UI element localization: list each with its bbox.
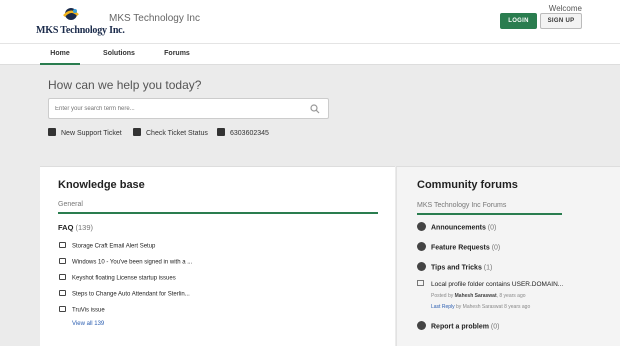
last-reply-link[interactable]: Last Reply bbox=[431, 304, 455, 310]
logo-mark-icon bbox=[63, 8, 79, 20]
kb-article[interactable]: Steps to Change Auto Attendant for Sterl… bbox=[59, 290, 190, 298]
post-icon bbox=[417, 280, 424, 287]
post-last-reply: Last Reply by Mahesh Saraswat 8 years ag… bbox=[431, 304, 530, 310]
forum-report-a-problem[interactable]: Report a problem (0) bbox=[417, 321, 500, 331]
forum-icon bbox=[417, 262, 426, 271]
kb-article[interactable]: Windows 10 - You've been signed in with … bbox=[59, 258, 193, 266]
signup-button[interactable]: SIGN UP bbox=[540, 13, 582, 29]
kb-article-title: Keyshot floating License startup issues bbox=[72, 275, 176, 282]
logo-text: MKS Technology Inc. bbox=[36, 25, 125, 36]
forum-label: Report a problem bbox=[431, 323, 489, 331]
book-icon bbox=[59, 242, 66, 248]
check-status-label: Check Ticket Status bbox=[146, 130, 208, 137]
kb-folder-count: (139) bbox=[75, 223, 94, 232]
login-button[interactable]: LOGIN bbox=[500, 13, 537, 29]
tab-home[interactable]: Home bbox=[40, 44, 80, 65]
check-status-link[interactable]: Check Ticket Status bbox=[133, 128, 208, 140]
forum-count: (0) bbox=[487, 224, 497, 232]
tab-solutions[interactable]: Solutions bbox=[98, 44, 140, 65]
hero-title: How can we help you today? bbox=[48, 78, 202, 92]
community-forums-panel: Community forums MKS Technology Inc Foru… bbox=[396, 166, 620, 346]
forum-feature-requests[interactable]: Feature Requests (0) bbox=[417, 242, 501, 252]
kb-article[interactable]: TruVis issue bbox=[59, 306, 105, 314]
help-hero: How can we help you today? New Support T… bbox=[0, 65, 620, 160]
search-box[interactable] bbox=[48, 98, 329, 119]
kb-underline bbox=[58, 212, 378, 214]
search-icon[interactable] bbox=[310, 104, 320, 114]
welcome-text: Welcome bbox=[548, 4, 582, 13]
knowledge-base-panel: Knowledge base General FAQ (139) Storage… bbox=[40, 166, 395, 346]
search-input[interactable] bbox=[55, 103, 295, 115]
phone-icon bbox=[217, 128, 225, 137]
cf-underline bbox=[417, 213, 562, 215]
forum-icon bbox=[417, 321, 426, 330]
cf-title: Community forums bbox=[417, 179, 518, 191]
forum-icon bbox=[417, 222, 426, 231]
last-reply-by: by Mahesh Saraswat 8 years ago bbox=[456, 304, 531, 310]
cf-category[interactable]: MKS Technology Inc Forums bbox=[417, 202, 506, 209]
book-icon bbox=[59, 258, 66, 264]
kb-article-title: Storage Craft Email Alert Setup bbox=[72, 243, 156, 250]
kb-article[interactable]: Keyshot floating License startup issues bbox=[59, 274, 176, 282]
kb-article-title: Windows 10 - You've been signed in with … bbox=[72, 259, 193, 266]
company-logo[interactable]: MKS Technology Inc. bbox=[36, 6, 125, 38]
phone-number: 6303602345 bbox=[230, 130, 269, 137]
kb-title: Knowledge base bbox=[58, 179, 145, 191]
forum-tips-and-tricks[interactable]: Tips and Tricks (1) bbox=[417, 262, 493, 272]
posted-by-prefix: Posted by bbox=[431, 293, 454, 299]
post-meta: Posted by Mahesh Saraswat, 8 years ago bbox=[431, 293, 526, 299]
forum-label: Tips and Tricks bbox=[431, 264, 482, 272]
post-age: , 8 years ago bbox=[496, 293, 526, 299]
forum-icon bbox=[417, 242, 426, 251]
ticket-plus-icon bbox=[48, 128, 56, 137]
book-icon bbox=[59, 274, 66, 280]
forum-count: (0) bbox=[490, 323, 500, 331]
new-ticket-label: New Support Ticket bbox=[61, 130, 122, 137]
kb-folder-name: FAQ bbox=[58, 223, 74, 232]
kb-article-title: Steps to Change Auto Attendant for Sterl… bbox=[72, 291, 190, 298]
tab-forums[interactable]: Forums bbox=[158, 44, 196, 65]
forum-count: (1) bbox=[483, 264, 493, 272]
forum-count: (0) bbox=[491, 244, 501, 252]
post-title: Local profile folder contains USER.DOMAI… bbox=[431, 281, 564, 288]
kb-article-title: TruVis issue bbox=[72, 307, 105, 314]
phone-link[interactable]: 6303602345 bbox=[217, 128, 269, 140]
book-icon bbox=[59, 290, 66, 296]
kb-folder-faq[interactable]: FAQ (139) bbox=[58, 223, 93, 232]
book-icon bbox=[59, 306, 66, 312]
forum-post[interactable]: Local profile folder contains USER.DOMAI… bbox=[417, 280, 564, 288]
new-ticket-link[interactable]: New Support Ticket bbox=[48, 128, 122, 140]
kb-article[interactable]: Storage Craft Email Alert Setup bbox=[59, 242, 156, 250]
forum-label: Feature Requests bbox=[431, 244, 490, 252]
kb-view-all-link[interactable]: View all 139 bbox=[72, 321, 104, 327]
forum-announcements[interactable]: Announcements (0) bbox=[417, 222, 497, 232]
kb-category[interactable]: General bbox=[58, 201, 83, 208]
ticket-status-icon bbox=[133, 128, 141, 137]
brand-name[interactable]: MKS Technology Inc bbox=[109, 13, 200, 24]
forum-label: Announcements bbox=[431, 224, 486, 232]
post-author: Mahesh Saraswat bbox=[454, 293, 497, 299]
main-nav: Home Solutions Forums bbox=[0, 44, 620, 65]
site-header: MKS Technology Inc. MKS Technology Inc W… bbox=[0, 0, 620, 44]
